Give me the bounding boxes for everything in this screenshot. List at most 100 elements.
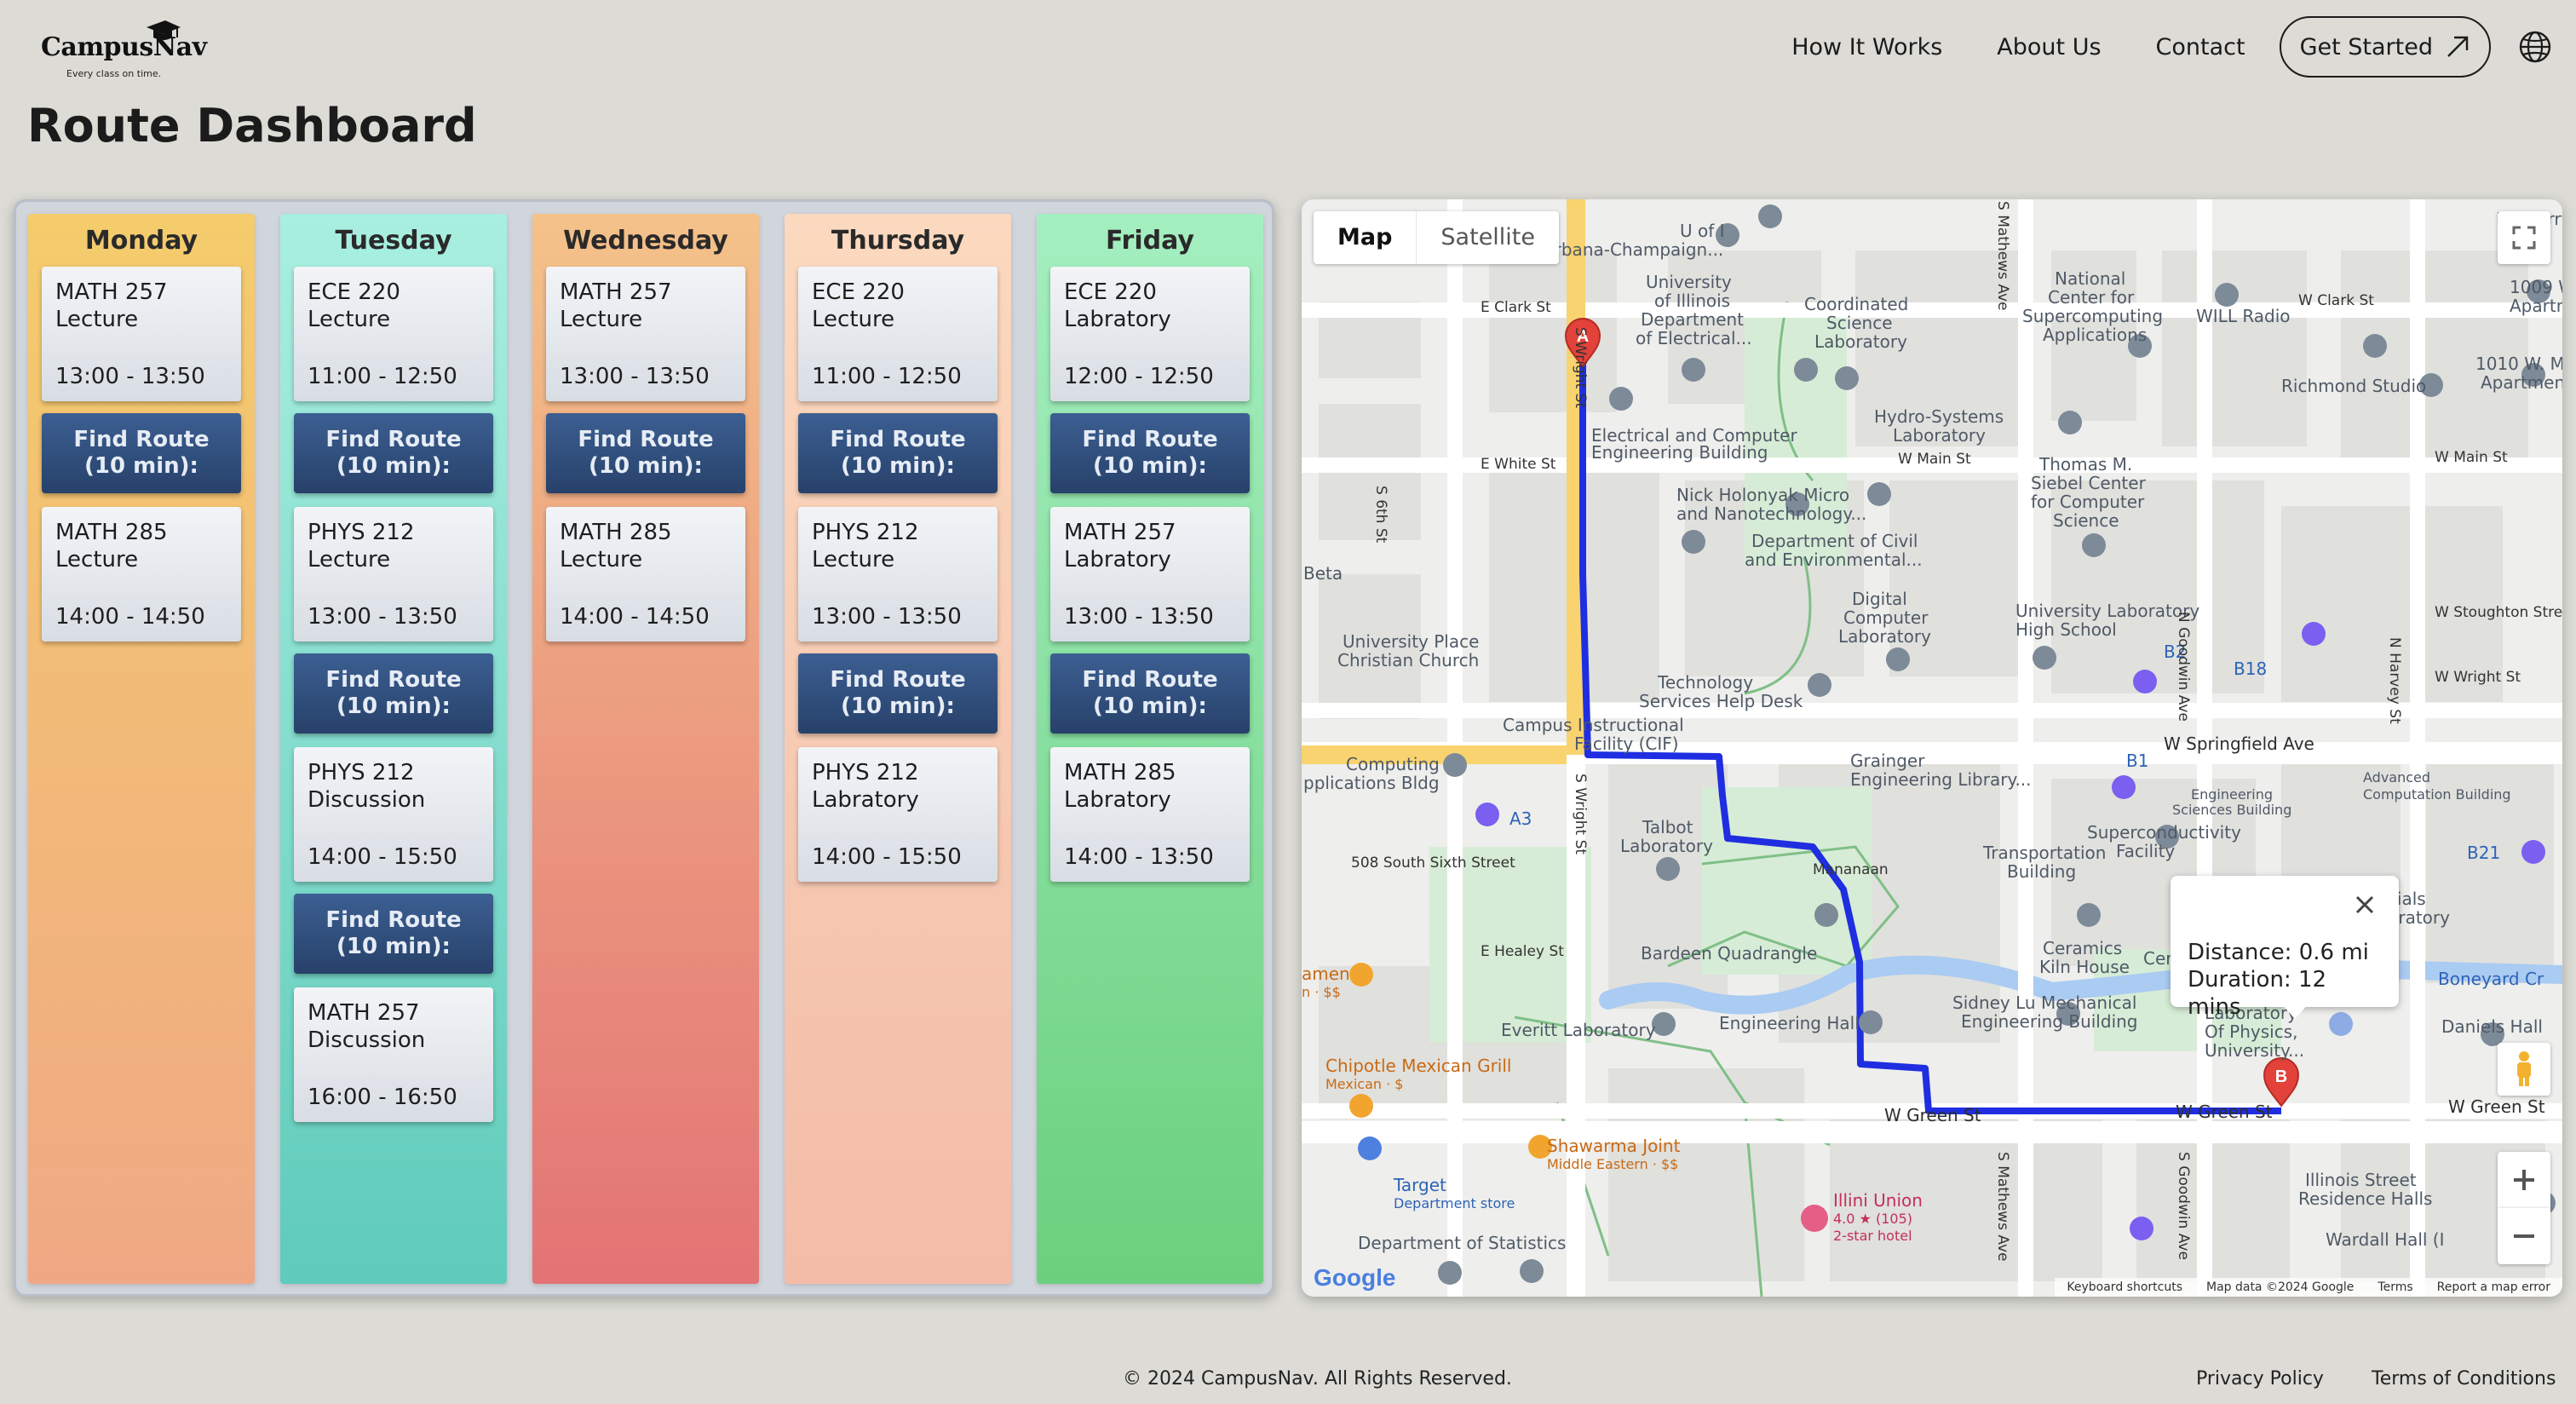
class-card[interactable]: PHYS 212 Discussion 14:00 - 15:50: [294, 747, 493, 882]
find-route-button[interactable]: Find Route (10 min):: [294, 894, 493, 974]
find-route-button[interactable]: Find Route (10 min):: [546, 413, 745, 493]
graduation-cap-icon: [147, 20, 181, 40]
logo-tagline: Every class on time.: [66, 68, 162, 79]
class-time: 14:00 - 15:50: [812, 844, 962, 870]
class-type: Lecture: [812, 307, 895, 332]
class-type: Labratory: [1064, 787, 1171, 813]
map-label: Daniels Hall: [2441, 1016, 2543, 1037]
class-card[interactable]: MATH 285 Lecture 14:00 - 14:50: [546, 507, 745, 642]
fullscreen-button[interactable]: [2498, 211, 2550, 264]
class-card[interactable]: ECE 220 Lecture 11:00 - 12:50: [294, 267, 493, 401]
get-started-button[interactable]: Get Started: [2279, 16, 2491, 78]
map-label: Engineering Building: [1591, 442, 1768, 463]
find-route-button[interactable]: Find Route (10 min):: [42, 413, 241, 493]
class-type: Lecture: [308, 547, 391, 573]
map-label: N Harvey St: [2386, 637, 2403, 724]
map-label: E Healey St: [1481, 943, 1564, 960]
find-route-label: Find Route: [325, 427, 462, 452]
privacy-policy-link[interactable]: Privacy Policy: [2196, 1368, 2324, 1390]
class-time: 14:00 - 13:50: [1064, 844, 1214, 870]
keyboard-shortcuts-link[interactable]: Keyboard shortcuts: [2055, 1278, 2194, 1297]
marker-b[interactable]: B: [2275, 1067, 2287, 1086]
class-type: Labratory: [1064, 547, 1171, 573]
map-label: 508 South Sixth Street: [1351, 854, 1515, 872]
class-card[interactable]: MATH 285 Lecture 14:00 - 14:50: [42, 507, 241, 642]
map-label: Science: [1826, 313, 1893, 333]
find-route-button[interactable]: Find Route (10 min):: [798, 413, 998, 493]
map-label: High School: [2015, 619, 2117, 640]
map-label: Center for: [2048, 287, 2135, 308]
nav-about-us[interactable]: About Us: [1997, 34, 2101, 60]
google-logo-text: Google: [1314, 1264, 1396, 1291]
map-label: for Computer: [2031, 492, 2145, 512]
route-distance: Distance: 0.6 mi: [2188, 940, 2369, 965]
zoom-in-button[interactable]: [2498, 1152, 2550, 1208]
class-card[interactable]: MATH 257 Discussion 16:00 - 16:50: [294, 987, 493, 1122]
map-label: Beta: [1303, 563, 1343, 584]
map-label: S Mathews Ave: [1994, 201, 2011, 311]
map-label: Kiln House: [2039, 957, 2130, 977]
class-type: Lecture: [560, 547, 643, 573]
map-label: University: [1646, 272, 1732, 292]
class-card[interactable]: MATH 257 Labratory 13:00 - 13:50: [1050, 507, 1250, 642]
map-label: B1: [2126, 751, 2149, 771]
map-label: W Main St: [1898, 451, 1971, 468]
class-card[interactable]: MATH 257 Lecture 13:00 - 13:50: [42, 267, 241, 401]
info-window-tail: [2281, 1004, 2309, 1019]
terms-link[interactable]: Terms of Conditions: [2372, 1368, 2556, 1390]
class-time: 13:00 - 13:50: [560, 364, 710, 389]
find-route-duration: (10 min):: [1093, 453, 1207, 479]
map-type-satellite[interactable]: Satellite: [1417, 211, 1559, 264]
find-route-button[interactable]: Find Route (10 min):: [1050, 653, 1250, 734]
route-map[interactable]: A B U of I Urbana-Champaign... E Clark S…: [1302, 199, 2562, 1297]
map-label: Science: [2053, 510, 2119, 531]
plus-icon: [2514, 1170, 2534, 1190]
class-card[interactable]: PHYS 212 Lecture 13:00 - 13:50: [798, 507, 998, 642]
street-view-pegman[interactable]: [2498, 1043, 2550, 1096]
zoom-out-button[interactable]: [2498, 1208, 2550, 1264]
page-title: Route Dashboard: [27, 99, 477, 152]
class-card[interactable]: PHYS 212 Lecture 13:00 - 13:50: [294, 507, 493, 642]
class-card[interactable]: MATH 285 Labratory 14:00 - 13:50: [1050, 747, 1250, 882]
map-canvas[interactable]: A B: [1302, 199, 2562, 1297]
minus-icon: [2514, 1234, 2534, 1238]
map-label: Nick Holonyak Micro: [1676, 485, 1850, 505]
close-icon[interactable]: [2353, 893, 2377, 917]
globe-icon[interactable]: [2518, 30, 2552, 64]
class-card[interactable]: ECE 220 Labratory 12:00 - 12:50: [1050, 267, 1250, 401]
map-label: W Stoughton Stre: [2435, 604, 2562, 621]
class-card[interactable]: MATH 257 Lecture 13:00 - 13:50: [546, 267, 745, 401]
map-label: Facility: [2116, 841, 2176, 861]
map-label: W Clark St: [2298, 292, 2374, 309]
class-course: MATH 257: [560, 279, 672, 305]
find-route-button[interactable]: Find Route (10 min):: [294, 413, 493, 493]
class-card[interactable]: ECE 220 Lecture 11:00 - 12:50: [798, 267, 998, 401]
map-label: Computing: [1346, 754, 1440, 774]
map-label: Coordinated: [1804, 294, 1909, 314]
class-type: Discussion: [308, 787, 426, 813]
class-time: 13:00 - 13:50: [812, 604, 962, 630]
map-label: Laboratory: [1893, 425, 1986, 446]
find-route-button[interactable]: Find Route (10 min):: [798, 653, 998, 734]
map-label: Sciences Building: [2172, 802, 2292, 818]
find-route-button[interactable]: Find Route (10 min):: [294, 653, 493, 734]
class-time: 16:00 - 16:50: [308, 1085, 457, 1110]
map-terms-link[interactable]: Terms: [2366, 1278, 2424, 1297]
find-route-button[interactable]: Find Route (10 min):: [1050, 413, 1250, 493]
report-map-error-link[interactable]: Report a map error: [2425, 1278, 2562, 1297]
map-type-map[interactable]: Map: [1314, 211, 1417, 264]
nav-how-it-works[interactable]: How It Works: [1791, 34, 1942, 60]
class-card[interactable]: PHYS 212 Labratory 14:00 - 15:50: [798, 747, 998, 882]
map-label: Supercomputing: [2022, 306, 2164, 326]
map-label: Engineering Building: [1961, 1011, 2138, 1032]
find-route-label: Find Route: [325, 907, 462, 933]
logo[interactable]: CampusNav Every class on time.: [41, 17, 211, 79]
class-course: PHYS 212: [308, 520, 415, 545]
map-label: Advanced: [2363, 769, 2431, 785]
map-attribution: Keyboard shortcuts Map data ©2024 Google…: [2055, 1278, 2562, 1297]
find-route-label: Find Route: [1082, 427, 1218, 452]
map-label: Superconductivity: [2087, 822, 2241, 843]
map-label: Siebel Center: [2031, 473, 2146, 493]
map-data-credit: Map data ©2024 Google: [2205, 1280, 2355, 1294]
nav-contact[interactable]: Contact: [2156, 34, 2245, 60]
